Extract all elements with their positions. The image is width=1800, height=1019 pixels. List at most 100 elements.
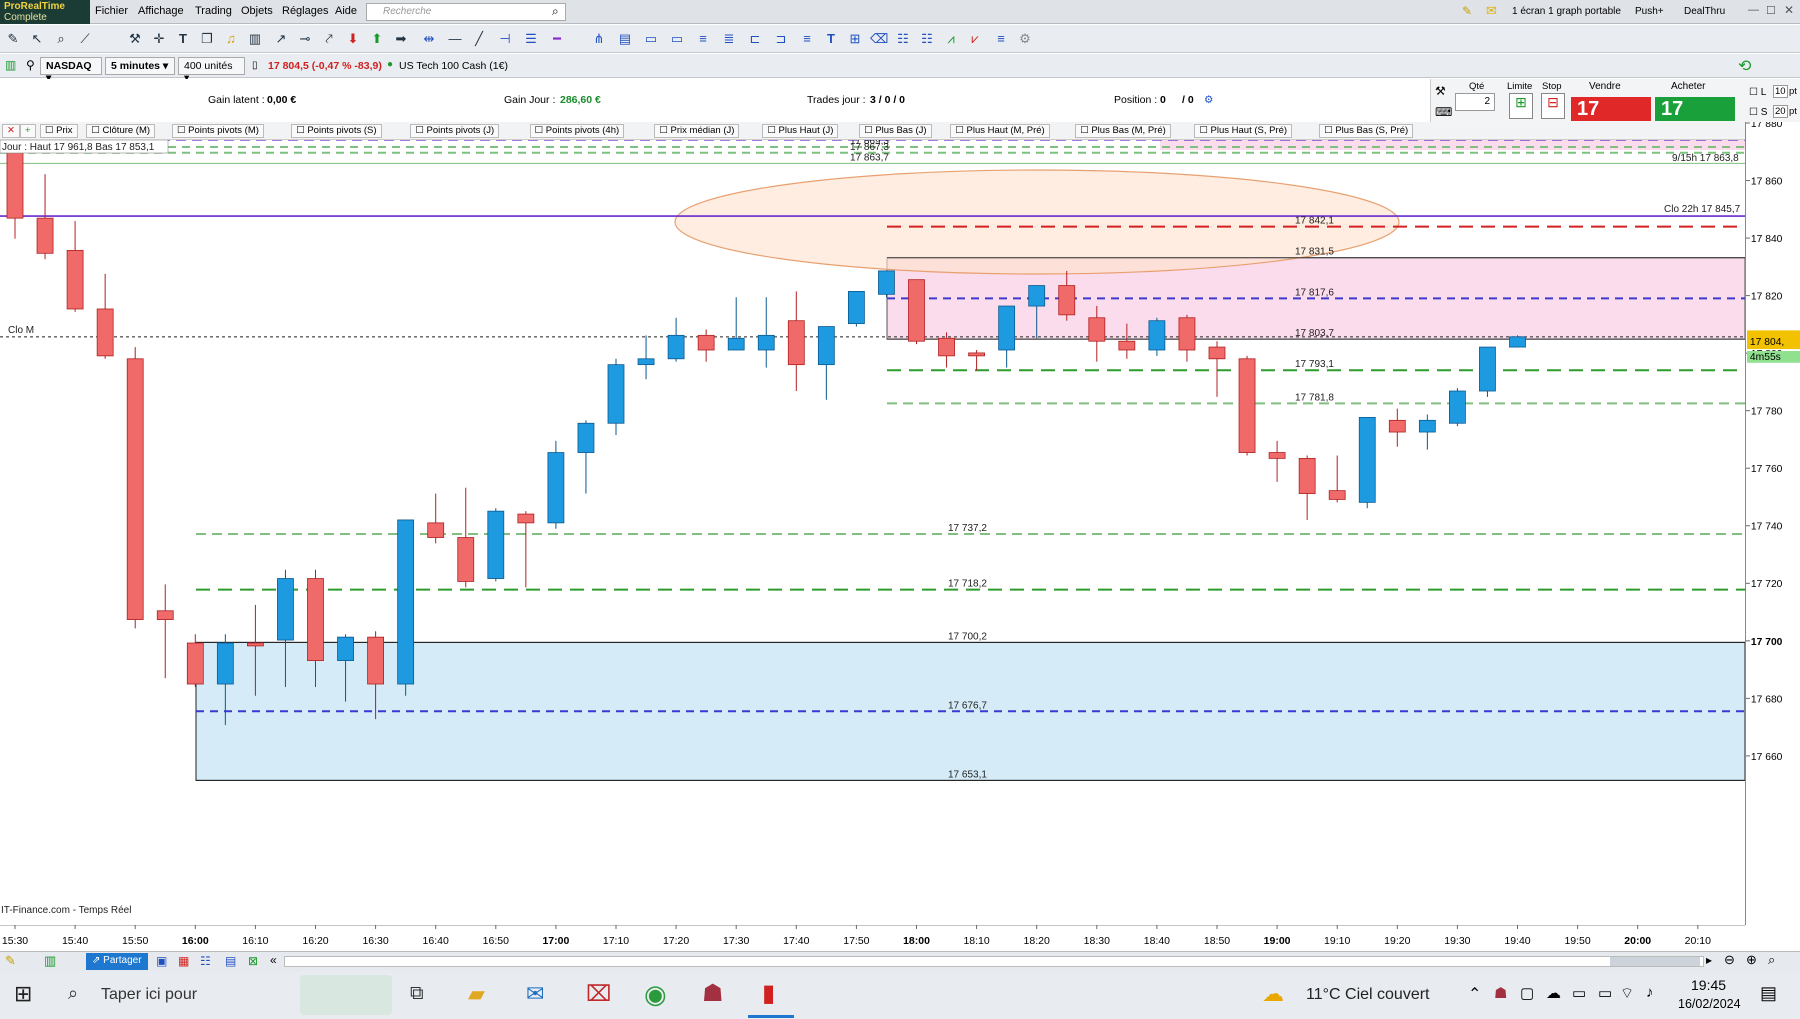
weather-text[interactable]: 11°C Ciel couvert [1306,986,1429,1004]
candle-body[interactable] [998,305,1016,351]
indicator-toggle-6[interactable]: ☐ Prix médian (J) [654,124,740,138]
network-icon[interactable]: ▭ [1598,984,1612,1002]
indicator-toggle-2[interactable]: ☐ Points pivots (M) [172,124,264,138]
candle-body[interactable] [1388,419,1406,433]
candle-body[interactable] [667,334,685,360]
app-logo[interactable]: ProRealTime Complete [0,0,90,24]
scroll-right-icon[interactable]: ▸ [1706,953,1712,967]
pencil-icon[interactable]: ✎ [5,953,16,969]
app-mushroom-icon[interactable]: ☗ [702,979,724,1008]
gann-icon[interactable]: ▤ [616,30,634,48]
crosshair-icon[interactable]: ✛ [150,30,168,48]
indicator-toggle-1[interactable]: ☐ Clôture (M) [86,124,156,138]
tray-app2-icon[interactable]: ▢ [1520,984,1534,1002]
channel-icon[interactable]: ⊣ [496,30,514,48]
horizontal-line-icon[interactable]: — [446,30,464,48]
add-indicator-icon[interactable]: + [20,124,36,138]
task-view-icon[interactable]: ⧉ [410,983,424,1005]
grid-lines2-icon[interactable]: ☷ [918,30,936,48]
units-select[interactable]: 400 unités ▾ [178,57,245,84]
option-s-checkbox[interactable]: ☐ S [1749,107,1767,118]
candle-body[interactable] [517,513,535,524]
ellipse-icon[interactable]: ▭ [668,30,686,48]
bracket-icon[interactable]: ⊏ [746,30,764,48]
wrench-icon[interactable]: ⚒ [1435,84,1446,98]
bracket2-icon[interactable]: ⊐ [772,30,790,48]
candle-body[interactable] [337,636,354,661]
candle-body[interactable] [36,217,54,254]
push-label[interactable]: Push+ [1635,6,1664,17]
candle-body[interactable] [1118,340,1136,351]
market-select[interactable]: NASDAQ ▾ [40,57,102,84]
limit-button[interactable]: ⊞ [1509,93,1533,119]
candle-body[interactable] [1148,320,1166,351]
candle-body[interactable] [1418,419,1436,433]
candle-body[interactable] [727,337,745,351]
window-maximize-icon[interactable]: ☐ [1766,4,1776,17]
points-1-input[interactable]: 10 [1773,85,1788,98]
tray-app-icon[interactable]: ☗ [1494,984,1507,1002]
gift-icon[interactable]: ⌧ [586,981,611,1007]
candle-body[interactable] [246,642,264,647]
volume-icon[interactable]: ♪ [1646,984,1654,1001]
indicator-toggle-0[interactable]: ☐ Prix [40,124,78,138]
candle-body[interactable] [1479,346,1496,392]
menu-objets[interactable]: Objets [241,5,273,17]
segment-icon[interactable]: ⊸ [296,30,314,48]
levels3-icon[interactable]: ≡ [798,30,816,48]
list-icon[interactable]: ☷ [200,954,211,968]
candle-body[interactable] [1358,416,1376,503]
cursor-icon[interactable]: ↖ [28,30,46,48]
zigzag-icon[interactable]: ⩘ [942,30,960,48]
screen-icon[interactable]: ▣ [156,954,167,968]
candle-body[interactable] [1298,458,1316,494]
ruler-icon[interactable]: ⟋ [76,30,94,48]
window-minimize-icon[interactable]: — [1748,4,1759,16]
candle-body[interactable] [307,578,324,661]
levels4-icon[interactable]: ≡ [992,30,1010,48]
indicator-toggle-9[interactable]: ☐ Plus Haut (M, Pré) [950,124,1050,138]
highlight-ellipse[interactable] [674,169,1400,275]
calc-icon[interactable]: ▦ [178,954,189,968]
indicator-toggle-8[interactable]: ☐ Plus Bas (J) [859,124,932,138]
candle-body[interactable] [457,537,475,582]
candle-body[interactable] [1028,285,1046,307]
windows-start-icon[interactable]: ⊞ [14,981,32,1007]
candle-body[interactable] [1238,358,1256,453]
candle-body[interactable] [487,510,505,579]
candle-body[interactable] [757,334,775,351]
candle-body[interactable] [547,452,565,524]
interval-select[interactable]: 5 minutes ▾ [105,57,175,75]
hline-icon[interactable]: ⇹ [420,30,438,48]
menu-fichier[interactable]: Fichier [95,5,128,17]
wifi-icon[interactable]: ⌔ [1620,984,1634,1003]
option-l-checkbox[interactable]: ☐ L [1749,87,1766,98]
purple-line-icon[interactable]: ━ [548,30,566,48]
indicator-toggle-10[interactable]: ☐ Plus Bas (M, Pré) [1075,124,1171,138]
levels2-icon[interactable]: ≣ [720,30,738,48]
candle-body[interactable] [1208,346,1226,360]
candle-body[interactable] [848,290,865,325]
link-icon[interactable]: ⚲ [26,58,35,72]
text-tool-icon[interactable]: T [174,30,192,48]
candle-body[interactable] [1328,490,1346,500]
indicator-toggle-3[interactable]: ☐ Points pivots (S) [291,124,382,138]
weather-icon[interactable]: ☁ [1262,981,1284,1007]
message-icon[interactable]: ✉ [1486,3,1497,19]
levels-icon[interactable]: ≡ [694,30,712,48]
price-axis[interactable]: 17 660 17 680 17 700 17 720 17 740 17 760 17 7… [1745,122,1800,925]
share-button[interactable]: ⇗ Partager [86,953,148,970]
horizontal-scrollbar[interactable] [284,956,1704,967]
window-icon[interactable]: ▤ [225,954,236,968]
battery-icon[interactable]: ▭ [1572,984,1586,1002]
zoom-in-icon[interactable]: ⌕ [1768,952,1775,968]
tray-expand-icon[interactable]: ⌃ [1468,984,1481,1004]
scrollbar-thumb[interactable] [1610,957,1700,966]
candle-body[interactable] [66,249,84,310]
qty-input[interactable]: 2 [1455,93,1495,111]
candle-body[interactable] [817,326,835,366]
prorealtime-taskbar-icon[interactable]: ▮ [762,979,775,1008]
candle-body[interactable] [968,352,985,357]
position-settings-icon[interactable]: ⚙ [1204,94,1213,106]
candle-body[interactable] [367,636,385,685]
